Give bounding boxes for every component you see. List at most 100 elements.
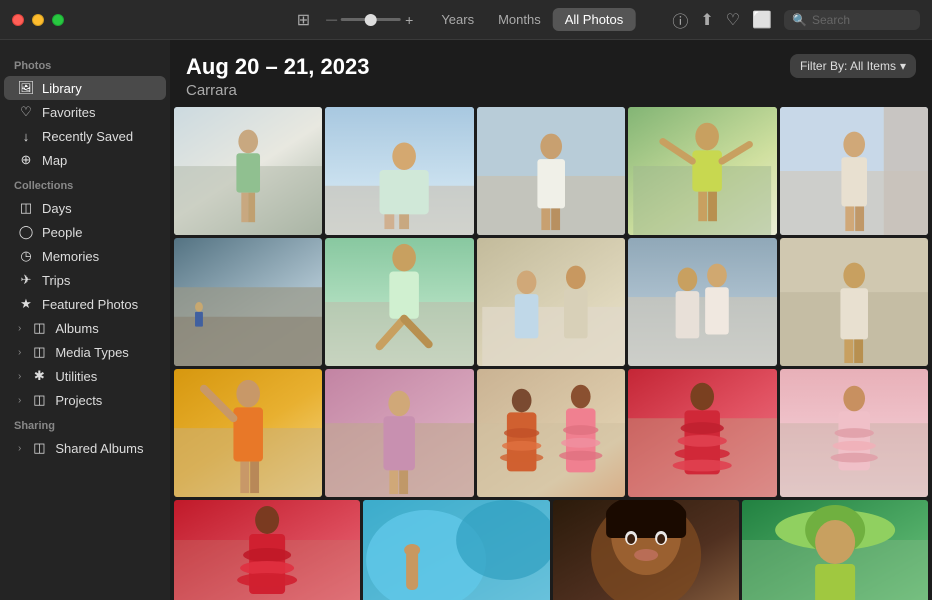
photo-grid [170,107,932,600]
sidebar-item-library[interactable]: 🖼 Library [4,76,166,100]
sidebar-item-label: Recently Saved [42,129,133,144]
sidebar-item-label: Utilities [55,369,97,384]
photo-cell[interactable] [325,107,473,235]
main-layout: Photos 🖼 Library ♡ Favorites ↓ Recently … [0,40,932,600]
photo-cell[interactable] [174,238,322,366]
photo-cell[interactable] [742,500,928,600]
days-icon: ◫ [18,200,34,216]
filter-label: Filter By: All Items [800,59,896,73]
expand-arrow-icon: › [18,347,21,358]
photo-cell[interactable] [628,238,776,366]
titlebar: ⊞ — + Years Months All Photos ⓘ ⬆ ♡ ⬜ 🔍 [0,0,932,40]
tab-all-photos[interactable]: All Photos [553,8,636,31]
photo-cell[interactable] [780,238,928,366]
photo-row [174,238,928,366]
photo-cell[interactable] [628,107,776,235]
photo-cell[interactable] [174,500,360,600]
zoom-slider[interactable]: — + [326,12,413,28]
sidebar-item-shared-albums[interactable]: › ◫ Shared Albums [4,436,166,460]
featured-photos-icon: ★ [18,296,34,312]
collections-section-title: Collections [0,172,170,196]
sidebar-item-label: Featured Photos [42,297,138,312]
memories-icon: ◷ [18,248,34,264]
sidebar-item-label: Projects [55,393,102,408]
photo-cell[interactable] [477,238,625,366]
shared-albums-icon: ◫ [31,440,47,456]
close-button[interactable] [12,14,24,26]
sidebar: Photos 🖼 Library ♡ Favorites ↓ Recently … [0,40,170,600]
photo-row [174,369,928,497]
sidebar-item-label: Memories [42,249,99,264]
location: Carrara [186,82,916,99]
people-icon: ◯ [18,224,34,240]
photo-cell[interactable] [363,500,549,600]
minimize-button[interactable] [32,14,44,26]
sidebar-item-label: Map [42,153,67,168]
sidebar-item-label: Days [42,201,72,216]
photo-cell[interactable] [780,107,928,235]
photo-cell[interactable] [174,107,322,235]
info-icon[interactable]: ⓘ [672,8,688,32]
sidebar-item-favorites[interactable]: ♡ Favorites [4,100,166,124]
sidebar-item-map[interactable]: ⊕ Map [4,148,166,172]
share-icon[interactable]: ⬆ [700,10,713,30]
sidebar-item-label: Trips [42,273,70,288]
sidebar-item-projects[interactable]: › ◫ Projects [4,388,166,412]
tab-months[interactable]: Months [486,8,553,31]
sidebar-item-memories[interactable]: ◷ Memories [4,244,166,268]
albums-icon: ◫ [31,320,47,336]
photo-row [174,107,928,235]
expand-arrow-icon: › [18,443,21,454]
photo-cell[interactable] [325,238,473,366]
sidebar-item-label: Favorites [42,105,95,120]
photo-cell[interactable] [780,369,928,497]
library-icon: 🖼 [18,80,34,96]
trips-icon: ✈ [18,272,34,288]
date-header: Aug 20 – 21, 2023 Carrara Filter By: All… [170,40,932,107]
sidebar-item-recently-saved[interactable]: ↓ Recently Saved [4,124,166,148]
sidebar-item-label: Albums [55,321,98,336]
expand-arrow-icon: › [18,395,21,406]
map-icon: ⊕ [18,152,34,168]
sidebar-item-albums[interactable]: › ◫ Albums [4,316,166,340]
traffic-lights [12,14,64,26]
titlebar-actions: ⓘ ⬆ ♡ ⬜ 🔍 [672,8,920,32]
heart-icon[interactable]: ♡ [726,10,740,30]
photo-row [174,500,928,600]
sidebar-item-days[interactable]: ◫ Days [4,196,166,220]
tab-years[interactable]: Years [429,8,486,31]
sidebar-item-people[interactable]: ◯ People [4,220,166,244]
media-types-icon: ◫ [31,344,47,360]
photo-cell[interactable] [477,369,625,497]
sidebar-item-featured-photos[interactable]: ★ Featured Photos [4,292,166,316]
sidebar-item-label: Media Types [55,345,128,360]
sidebar-item-media-types[interactable]: › ◫ Media Types [4,340,166,364]
filter-button[interactable]: Filter By: All Items ▾ [790,54,916,78]
photo-cell[interactable] [477,107,625,235]
sidebar-item-trips[interactable]: ✈ Trips [4,268,166,292]
sidebar-item-label: Shared Albums [55,441,143,456]
content-area: Aug 20 – 21, 2023 Carrara Filter By: All… [170,40,932,600]
projects-icon: ◫ [31,392,47,408]
favorites-icon: ♡ [18,104,34,120]
sidebar-item-utilities[interactable]: › ✱ Utilities [4,364,166,388]
search-icon: 🔍 [792,13,807,27]
zoom-plus-icon[interactable]: + [405,12,413,28]
chevron-down-icon: ▾ [900,59,906,73]
sharing-section-title: Sharing [0,412,170,436]
utilities-icon: ✱ [31,368,47,384]
expand-arrow-icon: › [18,371,21,382]
photo-cell[interactable] [174,369,322,497]
nav-tabs: Years Months All Photos [429,8,635,31]
library-section-title: Photos [0,52,170,76]
expand-arrow-icon: › [18,323,21,334]
photo-cell[interactable] [553,500,739,600]
search-input[interactable] [812,13,912,27]
crop-icon[interactable]: ⬜ [752,10,772,30]
sidebar-item-label: People [42,225,82,240]
search-box[interactable]: 🔍 [784,10,920,30]
photo-cell[interactable] [325,369,473,497]
view-toggle-icon[interactable]: ⊞ [297,10,310,30]
photo-cell[interactable] [628,369,776,497]
maximize-button[interactable] [52,14,64,26]
